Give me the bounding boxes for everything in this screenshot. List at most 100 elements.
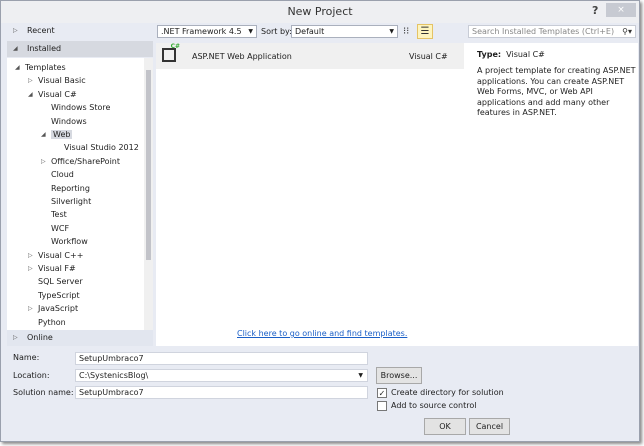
solution-name-input[interactable]: SetupUmbraco7 xyxy=(75,386,368,399)
online-label: Online xyxy=(27,333,53,342)
tree-scrollbar[interactable] xyxy=(144,58,153,330)
online-section[interactable]: ▷ Online xyxy=(7,330,153,346)
name-label: Name: xyxy=(13,353,40,362)
tree-item-label: Cloud xyxy=(51,170,74,180)
close-button[interactable]: × xyxy=(606,3,636,17)
title-bar: New Project ? × xyxy=(1,1,639,23)
tree-item-label: Visual Basic xyxy=(38,76,86,86)
create-directory-checkbox[interactable]: ✓ xyxy=(377,388,387,398)
chevron-down-icon: ▼ xyxy=(389,28,394,35)
create-directory-label: Create directory for solution xyxy=(391,388,504,397)
tree-item[interactable]: ▷ JavaScript xyxy=(28,302,79,315)
tree-item-label: Templates xyxy=(25,63,66,72)
tree-item[interactable]: Cloud xyxy=(51,168,74,181)
name-input[interactable]: SetupUmbraco7 xyxy=(75,352,368,365)
type-label: Type: xyxy=(477,50,502,59)
expand-icon[interactable]: ▷ xyxy=(28,262,33,275)
search-icon[interactable]: ⚲▾ xyxy=(622,26,632,37)
recent-label: Recent xyxy=(27,26,55,35)
collapse-icon[interactable]: ◢ xyxy=(15,61,20,74)
tree-item[interactable]: Reporting xyxy=(51,182,90,195)
tree-item-label: WCF xyxy=(51,223,70,233)
tree-item-label: Windows xyxy=(51,116,87,126)
tree-item-label: Windows Store xyxy=(51,103,111,113)
chevron-down-icon: ▼ xyxy=(248,28,253,35)
cancel-button[interactable]: Cancel xyxy=(469,418,510,435)
template-description: A project template for creating ASP.NET … xyxy=(477,66,636,117)
online-templates-link[interactable]: Click here to go online and find templat… xyxy=(237,329,407,338)
tree-item-label: Python xyxy=(38,317,66,327)
sort-label: Sort by: xyxy=(261,27,292,36)
scrollbar-thumb[interactable] xyxy=(146,70,151,260)
tree-item[interactable]: TypeScript xyxy=(38,289,80,302)
tree-item-label: Visual Studio 2012 xyxy=(64,143,139,153)
tree-item[interactable]: Workflow xyxy=(51,235,88,248)
tree-item[interactable]: ◢ Visual C# xyxy=(28,88,77,101)
expand-icon: ▷ xyxy=(13,334,18,341)
tree-item-label: Web xyxy=(51,130,73,139)
tree-item-label: Visual C++ xyxy=(38,250,84,260)
source-control-checkbox[interactable] xyxy=(377,401,387,411)
template-language: Visual C# xyxy=(409,52,448,61)
new-project-dialog: New Project ? × ▷ Recent ◢ Installed ◢ Temp… xyxy=(0,0,640,442)
tree-item[interactable]: ▷ Visual Basic xyxy=(28,74,86,87)
help-button[interactable]: ? xyxy=(592,4,598,17)
tree-item-label: Test xyxy=(51,210,67,220)
tree-item[interactable]: ▷ Visual C++ xyxy=(28,249,84,262)
tree-item[interactable]: ◢ Templates xyxy=(15,61,66,74)
collapse-icon: ◢ xyxy=(13,45,18,52)
browse-button[interactable]: Browse... xyxy=(376,367,422,384)
location-value: C:\SystenicsBlog\ xyxy=(79,371,149,380)
tree-item[interactable]: Silverlight xyxy=(51,195,91,208)
tree-item[interactable]: Visual Studio 2012 xyxy=(64,141,139,154)
template-item[interactable]: C# ASP.NET Web Application Visual C# xyxy=(156,43,464,69)
list-view-icon[interactable]: ☰ xyxy=(417,24,433,39)
tree-item[interactable]: SQL Server xyxy=(38,275,83,288)
collapse-icon[interactable]: ◢ xyxy=(41,128,46,141)
tree-item-label: SQL Server xyxy=(38,277,83,287)
tree-item-label: Silverlight xyxy=(51,197,92,206)
grid-view-icon[interactable]: ⁝⁝ xyxy=(403,26,409,37)
tree-item-label: Visual F# xyxy=(38,264,76,273)
web-application-icon: C# xyxy=(162,43,180,62)
tree-item-label: Visual C# xyxy=(38,89,77,99)
sort-select[interactable]: Default ▼ xyxy=(291,25,398,38)
tree-item-label: Office/SharePoint xyxy=(51,156,120,166)
tree-item[interactable]: ▷ Visual F# xyxy=(28,262,76,275)
tree-item[interactable]: ◢ Web xyxy=(41,128,73,141)
expand-icon[interactable]: ▷ xyxy=(28,249,33,262)
location-label: Location: xyxy=(13,371,50,380)
solution-name-label: Solution name: xyxy=(13,388,74,397)
collapse-icon[interactable]: ◢ xyxy=(28,88,33,101)
tree-item[interactable]: Python xyxy=(38,316,66,329)
tree-item[interactable]: Windows xyxy=(51,115,87,128)
template-tree: ◢ Templates ▷ Visual Basic ◢ Visual C# Windows… xyxy=(7,58,144,330)
expand-icon[interactable]: ▷ xyxy=(28,74,33,87)
source-control-label: Add to source control xyxy=(391,401,477,410)
expand-icon[interactable]: ▷ xyxy=(41,155,46,168)
expand-icon: ▷ xyxy=(13,27,18,34)
installed-label: Installed xyxy=(27,44,62,53)
details-pane: Type: Visual C# A project template for c… xyxy=(464,43,638,346)
dialog-title: New Project xyxy=(287,5,353,18)
tree-item-label: JavaScript xyxy=(38,304,79,314)
template-list: C# ASP.NET Web Application Visual C# Cli… xyxy=(156,43,464,346)
framework-value: .NET Framework 4.5 xyxy=(161,27,242,36)
recent-section[interactable]: ▷ Recent xyxy=(7,23,153,39)
type-value: Visual C# xyxy=(506,50,545,59)
ok-button[interactable]: OK xyxy=(424,418,466,435)
tree-item[interactable]: Test xyxy=(51,208,67,221)
tree-item-label: Reporting xyxy=(51,183,90,193)
tree-item[interactable]: WCF xyxy=(51,222,69,235)
tree-item[interactable]: ▷ Office/SharePoint xyxy=(41,155,120,168)
tree-item-label: TypeScript xyxy=(38,290,80,300)
expand-icon[interactable]: ▷ xyxy=(28,302,33,315)
chevron-down-icon[interactable]: ▼ xyxy=(358,370,363,381)
template-name: ASP.NET Web Application xyxy=(192,52,292,61)
search-input[interactable]: Search Installed Templates (Ctrl+E) ⚲▾ xyxy=(468,25,636,38)
framework-select[interactable]: .NET Framework 4.5 ▼ xyxy=(157,25,257,38)
location-input[interactable]: C:\SystenicsBlog\ ▼ xyxy=(75,369,368,382)
search-placeholder: Search Installed Templates (Ctrl+E) xyxy=(472,27,615,36)
installed-section[interactable]: ◢ Installed xyxy=(7,41,153,57)
tree-item[interactable]: Windows Store xyxy=(51,101,110,114)
